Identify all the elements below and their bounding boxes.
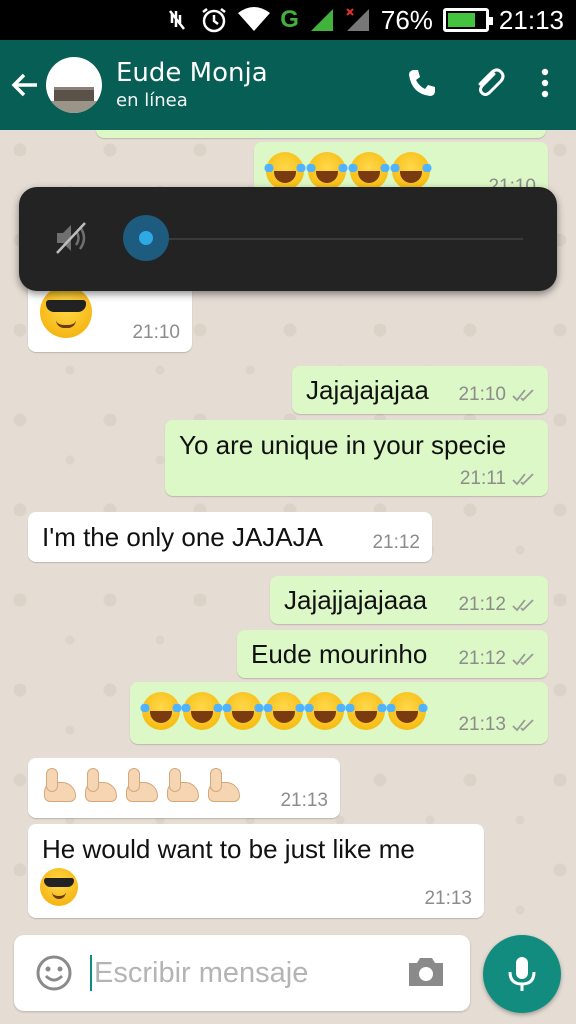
joy-emoji — [139, 692, 183, 730]
clock: 21:13 — [498, 4, 564, 35]
emoji-row — [139, 692, 429, 730]
emoji-row — [40, 766, 242, 804]
joy-emoji — [389, 152, 433, 190]
message-time: 21:13 — [424, 888, 472, 909]
volume-slider-track[interactable] — [167, 238, 523, 240]
attach-button[interactable] — [472, 66, 506, 104]
message-bubble[interactable]: Jajajajajaa 21:10 — [292, 366, 548, 414]
message-text: He would want to be just like me — [42, 834, 415, 864]
joy-emoji — [347, 152, 391, 190]
wifi-icon — [238, 7, 271, 33]
message-bubble[interactable]: Eude mourinho 21:12 — [237, 630, 548, 678]
joy-emoji — [263, 152, 307, 190]
more-vertical-icon — [541, 68, 549, 98]
message-time: 21:12 — [458, 594, 506, 615]
mute-icon — [164, 7, 190, 33]
joy-emoji — [344, 692, 388, 730]
double-check-icon — [512, 719, 534, 732]
message-input-bar: Escribir mensaje — [14, 935, 470, 1011]
message-input[interactable]: Escribir mensaje — [94, 957, 308, 990]
sunglasses-emoji — [40, 868, 78, 906]
message-text: Yo are unique in your specie — [179, 430, 507, 460]
message-time: 21:10 — [458, 384, 506, 405]
message-time: 21:13 — [280, 790, 328, 811]
double-check-icon — [512, 473, 534, 486]
joy-emoji — [305, 152, 349, 190]
joy-emoji — [180, 692, 224, 730]
message-time: 21:12 — [372, 532, 420, 553]
smiley-icon — [36, 955, 72, 991]
message-bubble-partial[interactable] — [96, 130, 546, 138]
message-time: 21:10 — [132, 322, 180, 343]
message-text: I'm the only one JAJAJA — [42, 522, 323, 552]
text-cursor — [90, 955, 92, 991]
message-bubble[interactable]: 21:13 — [130, 682, 548, 744]
message-bubble[interactable]: I'm the only one JAJAJA 21:12 — [28, 512, 432, 562]
message-bubble[interactable]: He would want to be just like me 21:13 — [28, 824, 484, 918]
emoji-row — [40, 868, 78, 906]
avatar-ground — [46, 101, 102, 113]
message-bubble[interactable]: Jajajjajajaaa 21:12 — [270, 576, 548, 624]
arrow-left-icon — [11, 73, 37, 97]
message-text: Eude mourinho — [251, 639, 428, 669]
signal-sim2-icon — [345, 7, 371, 33]
double-check-icon — [512, 389, 534, 402]
voice-record-button[interactable] — [483, 935, 561, 1013]
contact-name: Eude Monja — [116, 58, 268, 88]
camera-icon — [409, 958, 443, 986]
double-check-icon — [512, 599, 534, 612]
flexed-biceps-emoji — [122, 766, 160, 804]
joy-emoji — [303, 692, 347, 730]
battery-icon — [442, 8, 493, 32]
volume-slider-thumb[interactable] — [123, 215, 169, 261]
joy-emoji — [385, 692, 429, 730]
sunglasses-emoji — [40, 286, 92, 338]
paperclip-icon — [478, 68, 505, 96]
emoji-row — [40, 286, 92, 338]
flexed-biceps-emoji — [204, 766, 242, 804]
flexed-biceps-emoji — [40, 766, 78, 804]
contact-info[interactable]: Eude Monja en línea — [116, 57, 406, 113]
flexed-biceps-emoji — [163, 766, 201, 804]
joy-emoji — [262, 692, 306, 730]
emoji-row — [263, 152, 433, 190]
message-text: Jajajjajajaaa — [284, 585, 428, 615]
volume-overlay — [19, 187, 557, 291]
network-type: G — [280, 6, 299, 33]
emoji-button[interactable] — [34, 953, 74, 997]
back-button[interactable] — [0, 40, 50, 130]
avatar[interactable] — [46, 57, 102, 113]
camera-button[interactable] — [406, 953, 446, 995]
message-bubble[interactable]: 21:13 — [28, 758, 340, 818]
microphone-icon — [508, 957, 536, 991]
message-time: 21:11 — [459, 468, 506, 489]
message-bubble[interactable]: Yo are unique in your specie 21:11 — [165, 420, 548, 496]
message-time: 21:12 — [458, 648, 506, 669]
flexed-biceps-emoji — [81, 766, 119, 804]
double-check-icon — [512, 653, 534, 666]
avatar-building-image — [54, 87, 94, 101]
message-text: Jajajajajaa — [306, 375, 429, 405]
volume-muted-icon[interactable] — [53, 219, 91, 261]
more-options-button[interactable] — [540, 68, 550, 102]
battery-percent: 76% — [380, 4, 433, 35]
status-bar: G 76% 21:13 — [0, 0, 576, 40]
alarm-icon — [200, 6, 228, 34]
message-time: 21:13 — [458, 714, 506, 735]
phone-icon — [409, 70, 435, 96]
chat-header: Eude Monja en línea — [0, 40, 576, 130]
joy-emoji — [221, 692, 265, 730]
contact-status: en línea — [116, 90, 188, 111]
call-button[interactable] — [406, 67, 438, 103]
signal-icon — [309, 7, 335, 33]
